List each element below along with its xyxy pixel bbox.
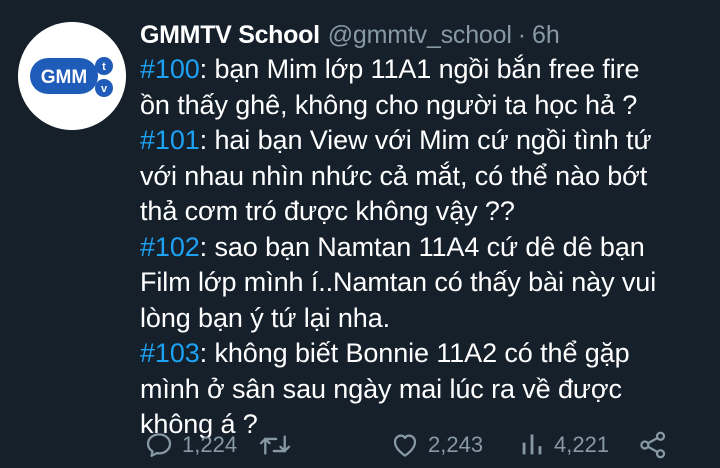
analytics-icon: [522, 434, 542, 455]
svg-text:v: v: [101, 83, 108, 95]
tweet-line-text: : không biết Bonnie 11A2 có thể gặp: [199, 338, 630, 368]
like-count: 2,243: [428, 432, 484, 457]
views-button[interactable]: 4,221: [518, 425, 609, 465]
tweet-line: #103: không biết Bonnie 11A2 có thể gặp: [140, 336, 710, 372]
tweet-line-text: mình ở sân sau ngày mai lúc ra về được: [140, 373, 622, 404]
author-handle[interactable]: @gmmtv_school: [328, 18, 512, 52]
hashtag[interactable]: #102: [140, 232, 200, 262]
hashtag[interactable]: #100: [140, 54, 200, 84]
tweet-content: GMMTV School @gmmtv_school · 6h #100: bạ…: [140, 18, 710, 443]
like-button[interactable]: 2,243: [390, 425, 483, 465]
tweet-line-text: ồn thấy ghê, không cho người ta học hả ?: [140, 89, 638, 120]
heart-icon: [393, 434, 417, 457]
tweet[interactable]: GMM t v GMMTV School @gmmtv_school · 6h …: [0, 0, 720, 468]
tweet-line-text: với nhau nhìn nhức cả mắt, có thể nào bớ…: [140, 160, 648, 191]
reply-button[interactable]: 1,224: [144, 425, 237, 465]
avatar[interactable]: GMM t v: [18, 22, 126, 130]
gmmtv-logo: GMM t v: [18, 22, 126, 130]
hashtag[interactable]: #101: [140, 125, 200, 155]
tweet-line: lòng bạn ý tứ lại nha.: [140, 301, 710, 337]
timestamp[interactable]: 6h: [532, 18, 560, 52]
avatar-logo-text: GMM: [41, 67, 87, 88]
action-bar: 1,224 2,243 4,221: [144, 425, 714, 465]
share-icon: [640, 431, 666, 459]
tweet-line: Film lớp mình í..Namtan có thấy bài này …: [140, 265, 710, 301]
views-count: 4,221: [554, 432, 610, 457]
tweet-line-text: lòng bạn ý tứ lại nha.: [140, 302, 391, 333]
author-name[interactable]: GMMTV School: [140, 18, 320, 52]
tweet-line-text: Film lớp mình í..Namtan có thấy bài này …: [140, 267, 657, 297]
tweet-line-text: : bạn Mim lớp 11A1 ngồi bắn free fire: [199, 54, 640, 84]
tweet-line: #101: hai bạn View với Mim cứ ngồi tình …: [140, 123, 710, 159]
retweet-button[interactable]: [258, 425, 300, 465]
tweet-line: #102: sao bạn Namtan 11A4 cứ dê dê bạn: [140, 230, 710, 266]
tweet-line: ồn thấy ghê, không cho người ta học hả ?: [140, 88, 710, 124]
reply-count: 1,224: [182, 432, 238, 457]
tweet-header: GMMTV School @gmmtv_school · 6h: [140, 18, 710, 52]
hashtag[interactable]: #103: [140, 338, 200, 368]
reply-icon: [146, 433, 172, 457]
share-button[interactable]: [638, 425, 668, 465]
tweet-line-text: : hai bạn View với Mim cứ ngồi tình tứ: [199, 125, 652, 155]
tweet-line-text: thả cơm tró được không vậy ??: [140, 196, 515, 226]
tweet-line: mình ở sân sau ngày mai lúc ra về được: [140, 372, 710, 408]
svg-text:t: t: [102, 61, 106, 73]
tweet-text: #100: bạn Mim lớp 11A1 ngồi bắn free fir…: [140, 52, 710, 443]
tweet-line: thả cơm tró được không vậy ??: [140, 194, 710, 230]
retweet-icon: [259, 435, 291, 455]
separator-dot: ·: [517, 21, 527, 49]
tweet-line-text: : sao bạn Namtan 11A4 cứ dê dê bạn: [199, 231, 645, 262]
tweet-line: với nhau nhìn nhức cả mắt, có thể nào bớ…: [140, 159, 710, 195]
tweet-line: #100: bạn Mim lớp 11A1 ngồi bắn free fir…: [140, 52, 710, 88]
